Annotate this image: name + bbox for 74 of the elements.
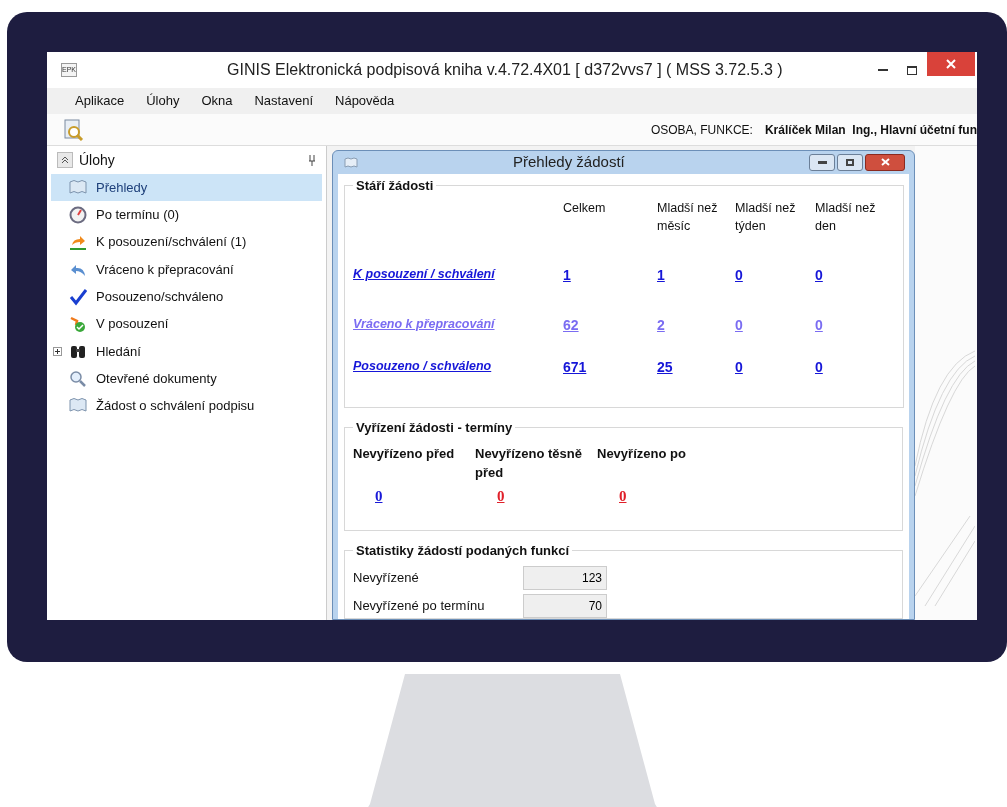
user-value: Králíček Milan Ing., Hlavní účetní fun: [764, 121, 977, 139]
field-label: Nevyřízené: [353, 569, 420, 588]
count-link[interactable]: 0: [735, 317, 743, 333]
clock-icon: [69, 205, 87, 224]
task-item[interactable]: Žádost o schválení podpisu: [51, 392, 322, 420]
chevron-up-icon: [61, 156, 69, 164]
task-item[interactable]: Posouzeno/schváleno: [51, 283, 322, 311]
count-link[interactable]: 25: [657, 359, 673, 375]
pin-icon: [308, 154, 316, 166]
menu-item[interactable]: Okna: [201, 91, 233, 111]
book-icon: [344, 156, 358, 168]
group-title: Statistiky žádostí podaných funkcí: [355, 541, 571, 560]
count-link[interactable]: 0: [815, 359, 823, 375]
row-link[interactable]: K posouzení / schválení: [353, 267, 495, 281]
collapse-button[interactable]: [57, 152, 73, 168]
task-item[interactable]: Otevřené dokumenty: [51, 365, 322, 393]
column-header: Mladší než týden: [735, 200, 797, 235]
close-button[interactable]: [927, 52, 975, 76]
column-header: Mladší než den: [815, 200, 877, 235]
count-link[interactable]: 0: [815, 317, 823, 333]
term-label: Nevyřízeno po: [597, 444, 687, 463]
minimize-icon: [817, 160, 827, 164]
menu-item[interactable]: Úlohy: [146, 91, 180, 111]
book-icon: [69, 178, 87, 197]
book-icon: [69, 397, 87, 415]
arrow-icon: [69, 233, 87, 252]
document-search-icon: [63, 118, 85, 141]
count-link[interactable]: 0: [735, 359, 743, 375]
task-item[interactable]: V posouzení: [51, 310, 322, 338]
count-link[interactable]: 1: [657, 267, 665, 283]
expand-icon[interactable]: [53, 346, 62, 356]
count-link[interactable]: 1: [563, 267, 571, 283]
field-label: Nevyřízené po termínu: [353, 597, 486, 616]
readonly-field[interactable]: 123: [523, 566, 607, 590]
close-icon: [880, 158, 890, 167]
user-label: OSOBA, FUNKCE:: [650, 121, 753, 139]
task-item[interactable]: Hledání: [51, 337, 322, 366]
term-value-link[interactable]: 0: [497, 487, 505, 504]
term-label: Nevyřízeno těsně před: [475, 444, 583, 482]
minimize-icon: [878, 69, 888, 71]
count-link[interactable]: 0: [735, 267, 743, 283]
menu-item[interactable]: Nápověda: [335, 91, 395, 111]
restore-button[interactable]: [837, 153, 863, 171]
count-link[interactable]: 62: [563, 317, 579, 333]
dialog-title: Přehledy žádostí: [513, 152, 625, 172]
minimize-button[interactable]: [809, 153, 835, 171]
group-title: Vyřízení žádosti - termíny: [355, 419, 514, 437]
term-value-link[interactable]: 0: [619, 487, 627, 504]
task-item[interactable]: Vráceno k přepracování: [51, 255, 322, 284]
count-link[interactable]: 0: [815, 267, 823, 283]
row-link[interactable]: Vráceno k přepracování: [353, 317, 495, 331]
checkmark-icon: [69, 287, 87, 306]
task-item[interactable]: Po termínu (0): [51, 201, 322, 229]
readonly-field[interactable]: 70: [523, 594, 607, 618]
close-button[interactable]: [865, 153, 905, 171]
group-title: Stáří žádosti: [355, 176, 435, 195]
column-header: Mladší než měsíc: [657, 200, 719, 235]
term-label: Nevyřízeno před: [353, 444, 456, 463]
panel-title: Úlohy: [79, 150, 115, 170]
menu-item[interactable]: Nastavení: [254, 91, 313, 111]
arrow-check-icon: [69, 315, 87, 334]
menu-item[interactable]: Aplikace: [75, 91, 125, 111]
count-link[interactable]: 671: [563, 359, 587, 375]
magnifier-icon: [69, 369, 87, 388]
count-link[interactable]: 2: [657, 317, 665, 333]
row-link[interactable]: Posouzeno / schváleno: [353, 359, 492, 373]
close-icon: [946, 59, 956, 69]
task-item[interactable]: Přehledy: [51, 174, 322, 202]
window-title: GINIS Elektronická podpisová kniha v.4.72.4X01 [ d372vvs7 ] ( MSS 3.72.5.3 ): [227, 60, 783, 80]
task-item[interactable]: K posouzení/schválení (1): [51, 228, 322, 256]
column-header: Celkem: [563, 200, 607, 217]
maximize-icon: [907, 65, 917, 75]
restore-icon: [846, 158, 854, 166]
term-value-link[interactable]: 0: [375, 487, 383, 504]
